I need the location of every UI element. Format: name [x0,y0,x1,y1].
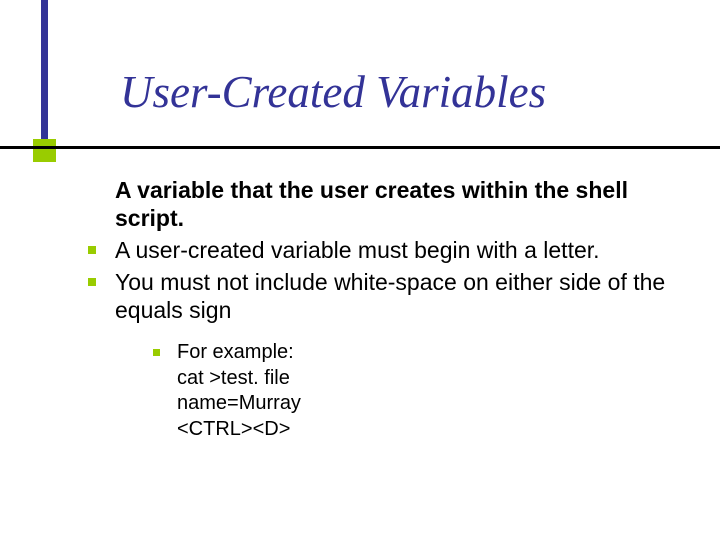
sub-line: name=Murray [177,391,675,417]
sub-line: <CTRL><D> [177,417,675,443]
bullet-text: A user-created variable must begin with … [115,237,600,263]
slide: User-Created Variables A variable that t… [0,0,720,540]
bullet-text: You must not include white-space on eith… [115,269,665,323]
bullet-icon [153,349,160,356]
slide-title: User-Created Variables [120,66,546,118]
list-item: For example: cat >test. file name=Murray… [153,340,675,442]
lead-text: A variable that the user creates within … [115,176,675,232]
slide-body: A variable that the user creates within … [115,176,675,443]
list-item: A user-created variable must begin with … [115,236,675,264]
sub-list: For example: cat >test. file name=Murray… [153,340,675,442]
decor-bar-vertical [41,0,48,146]
decor-horizontal-rule [0,146,720,149]
sub-line: cat >test. file [177,366,675,392]
list-item: You must not include white-space on eith… [115,268,675,324]
bullet-icon [88,278,96,286]
decor-square-icon [33,139,56,162]
bullet-icon [88,246,96,254]
sub-line: For example: [177,340,675,366]
